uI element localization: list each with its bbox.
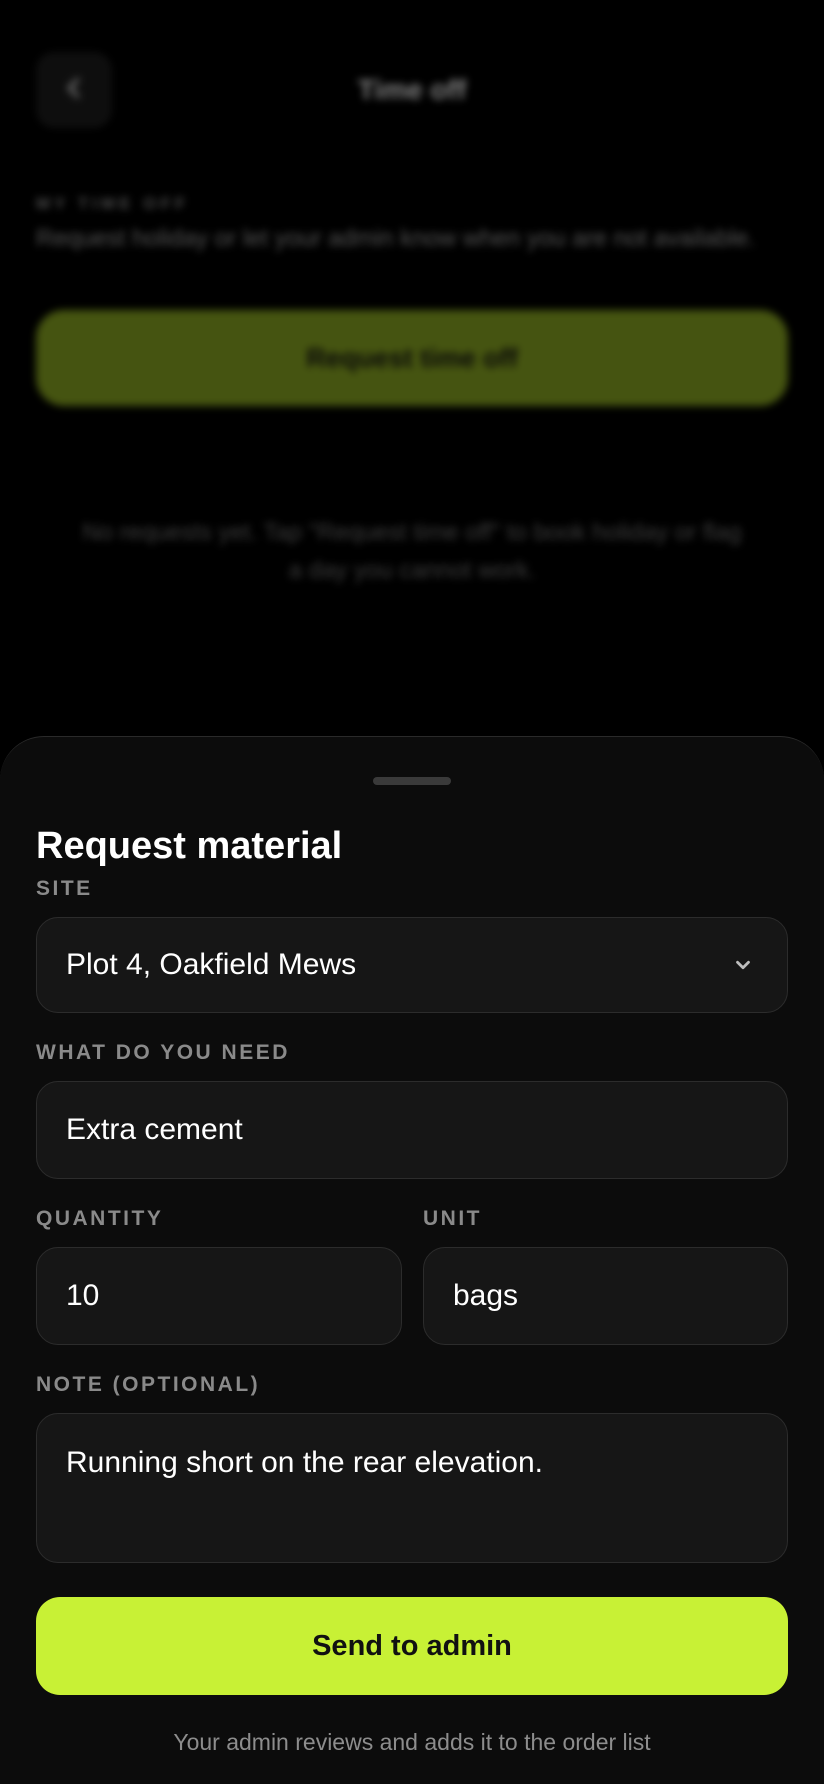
site-value: Plot 4, Oakfield Mews bbox=[66, 948, 357, 981]
screen: Time off MY TIME OFF Request holiday or … bbox=[0, 0, 824, 1784]
unit-input[interactable]: bags bbox=[423, 1247, 788, 1345]
section-eyebrow: MY TIME OFF bbox=[36, 194, 190, 213]
need-value: Extra cement bbox=[66, 1113, 243, 1146]
footer-hint: Your admin reviews and adds it to the or… bbox=[173, 1729, 651, 1755]
need-label: WHAT DO YOU NEED bbox=[36, 1041, 290, 1064]
quantity-value: 10 bbox=[66, 1279, 100, 1312]
background-page: Time off MY TIME OFF Request holiday or … bbox=[0, 0, 824, 760]
page-title: Time off bbox=[357, 74, 467, 105]
quantity-label: QUANTITY bbox=[36, 1207, 164, 1230]
quantity-input[interactable]: 10 bbox=[36, 1247, 402, 1345]
section-description: Request holiday or let your admin know w… bbox=[36, 225, 756, 252]
site-label: SITE bbox=[36, 877, 93, 900]
chevron-down-icon bbox=[721, 943, 765, 987]
unit-label: UNIT bbox=[423, 1207, 482, 1230]
note-textarea[interactable]: Running short on the rear elevation. bbox=[36, 1413, 788, 1563]
site-select[interactable]: Plot 4, Oakfield Mews bbox=[36, 917, 788, 1013]
need-input[interactable]: Extra cement bbox=[36, 1081, 788, 1179]
request-time-off-button[interactable]: Request time off bbox=[36, 310, 788, 406]
request-material-sheet: Request material SITE Plot 4, Oakfield M… bbox=[0, 736, 824, 1784]
note-value: Running short on the rear elevation. bbox=[66, 1446, 543, 1479]
unit-value: bags bbox=[453, 1279, 519, 1312]
empty-state-text: No requests yet. Tap "Request time off" … bbox=[82, 519, 742, 584]
note-label: NOTE (OPTIONAL) bbox=[36, 1373, 261, 1396]
sheet-drag-handle[interactable] bbox=[373, 777, 451, 785]
sheet-title: Request material bbox=[36, 825, 343, 867]
send-to-admin-button[interactable]: Send to admin bbox=[36, 1597, 788, 1695]
